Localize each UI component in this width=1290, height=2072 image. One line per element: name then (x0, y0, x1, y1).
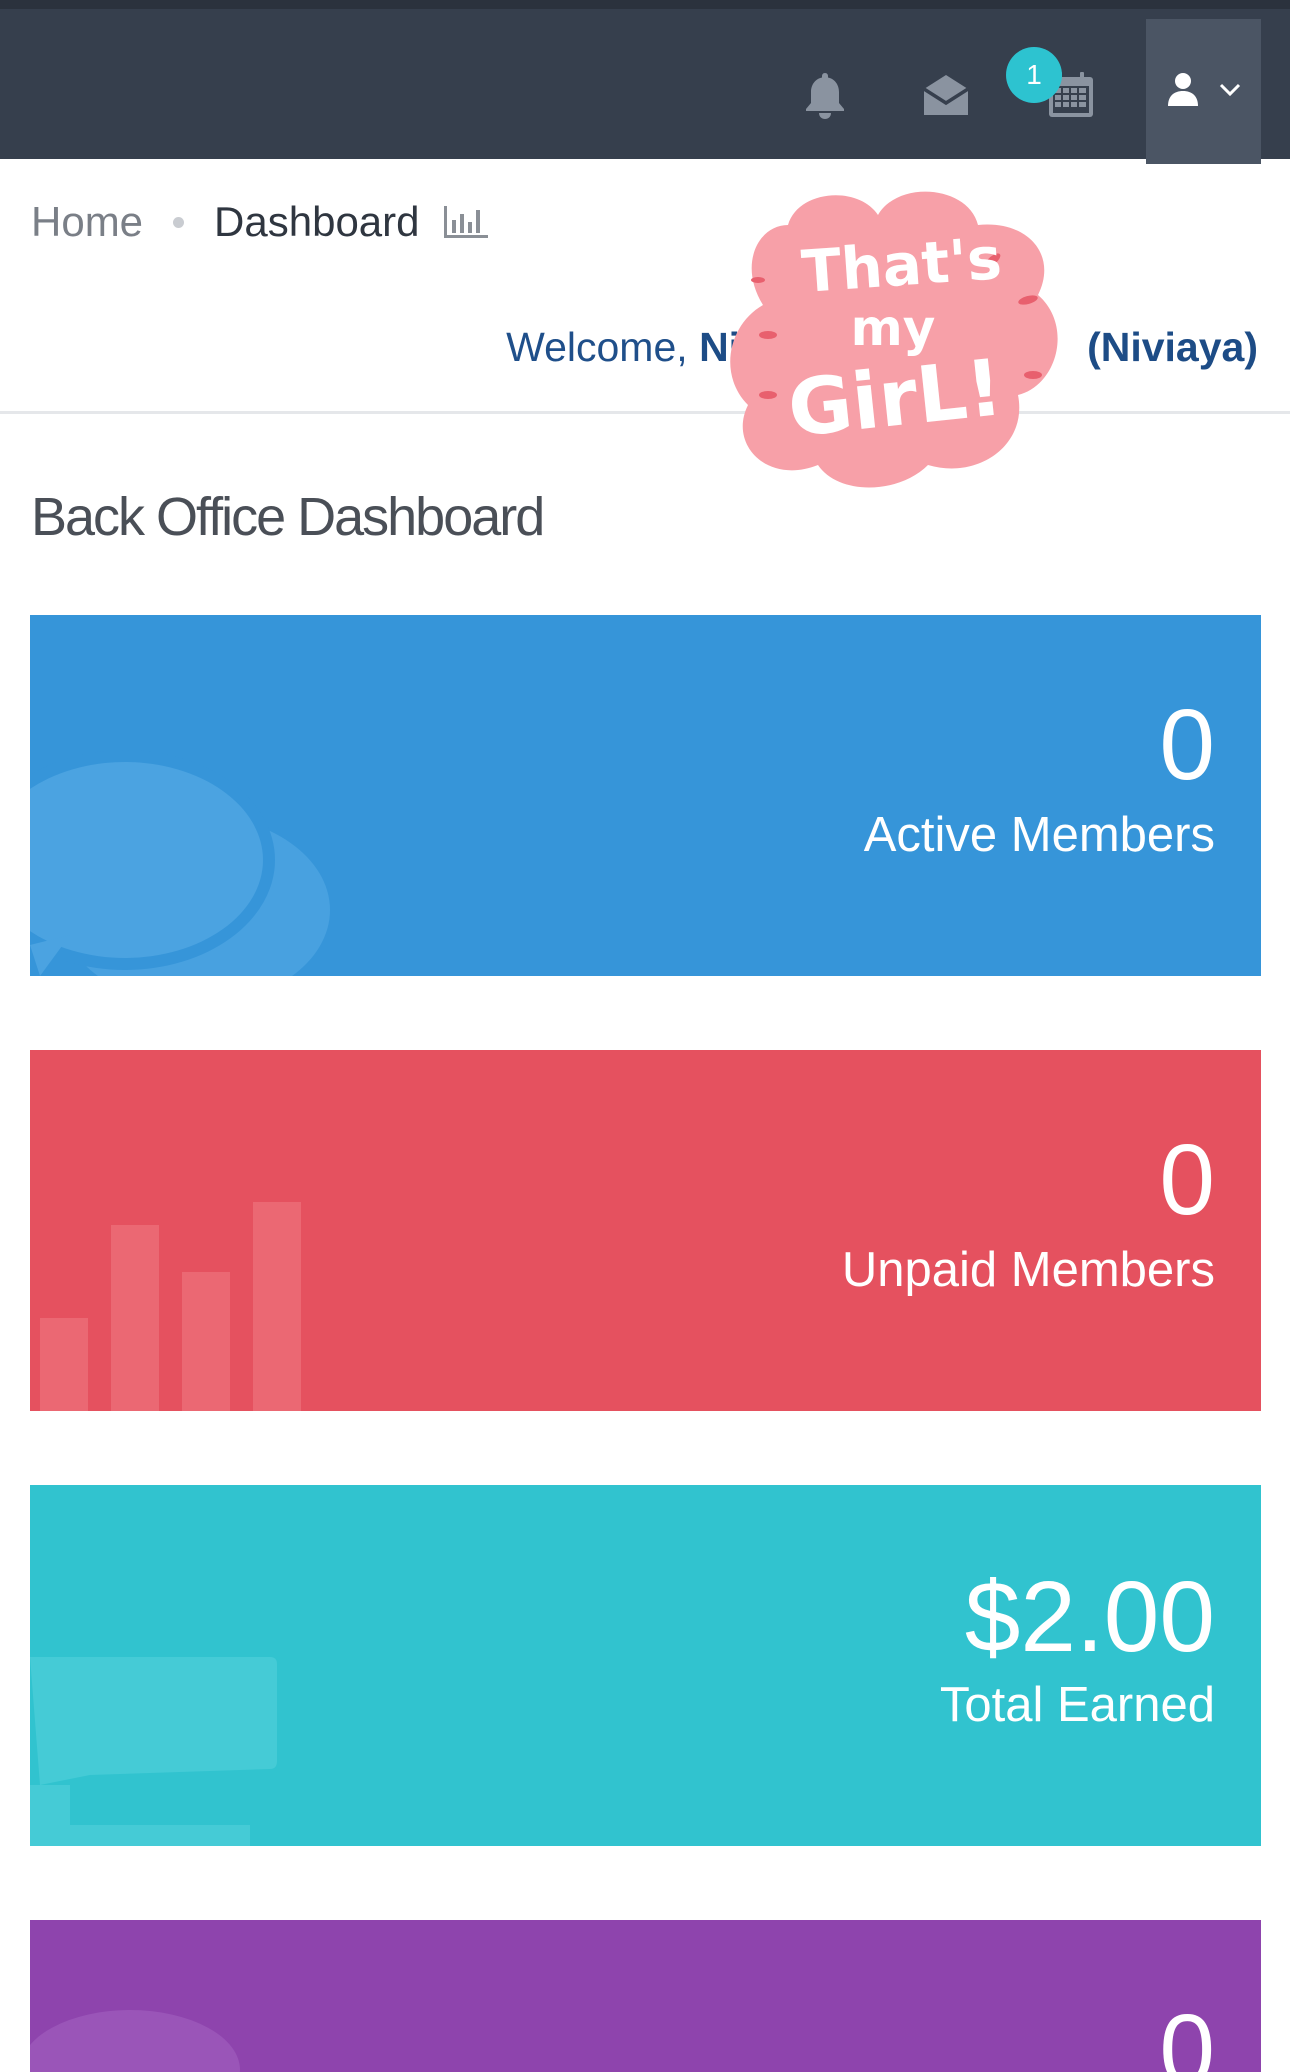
user-icon (1166, 72, 1200, 112)
bar-chart-icon (40, 1202, 301, 1411)
bar-chart-icon (443, 206, 488, 238)
stat-card-active-members[interactable]: 0 Active Members (30, 615, 1261, 976)
stat-label: Total Earned (939, 1678, 1215, 1732)
stat-value: 0 (1159, 1124, 1215, 1236)
stat-card-fourth[interactable]: 0 (30, 1920, 1261, 2072)
sticker-line-2: my (851, 299, 936, 357)
envelope-icon[interactable] (918, 67, 974, 123)
stat-label: Active Members (863, 808, 1215, 862)
top-nav-bar: 1 (0, 0, 1290, 164)
notification-badge[interactable]: 1 (1006, 47, 1062, 103)
welcome-username: (Niviaya) (1087, 324, 1258, 370)
thats-my-girl-sticker: That's my GirL! (730, 191, 1058, 488)
breadcrumb-home-link[interactable]: Home (31, 198, 143, 246)
breadcrumb-separator (173, 216, 185, 228)
stat-value: $2.00 (964, 1561, 1215, 1673)
circle-icon (30, 2010, 240, 2072)
bell-icon[interactable] (797, 67, 853, 123)
user-menu-button[interactable] (1146, 19, 1261, 164)
sticker-line-1: That's (799, 224, 1003, 306)
header-divider (0, 411, 1290, 414)
stat-label: Unpaid Members (841, 1243, 1215, 1297)
stat-card-total-earned[interactable]: $2.00 Total Earned (30, 1485, 1261, 1846)
stat-card-unpaid-members[interactable]: 0 Unpaid Members (30, 1050, 1261, 1411)
stat-value: 0 (1159, 689, 1215, 801)
breadcrumb: Home Dashboard (31, 196, 490, 248)
page-title: Back Office Dashboard (31, 487, 545, 547)
comments-icon (30, 750, 330, 976)
chevron-down-icon (1218, 82, 1242, 102)
breadcrumb-current: Dashboard (214, 198, 420, 245)
welcome-prefix: Welcome, (506, 324, 688, 370)
ticket-icon (30, 1657, 277, 1846)
stat-value: 0 (1159, 1994, 1215, 2072)
